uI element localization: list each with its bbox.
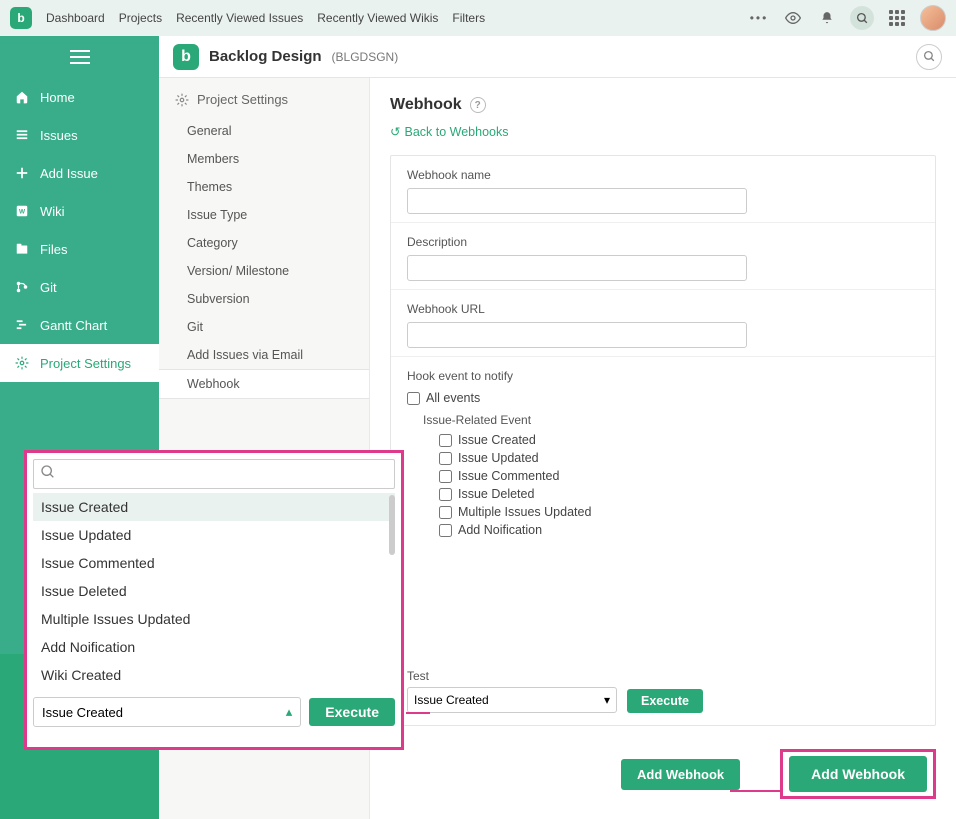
- event-checkbox[interactable]: [439, 452, 452, 465]
- page-title: Webhook?: [390, 96, 936, 114]
- settings-item-members[interactable]: Members: [159, 145, 369, 173]
- user-avatar[interactable]: [920, 5, 946, 31]
- dropdown-search-input[interactable]: [62, 466, 388, 482]
- description-label: Description: [407, 235, 919, 249]
- event-checkbox[interactable]: [439, 470, 452, 483]
- sidebar-label: Home: [40, 90, 75, 105]
- sidebar-label: Files: [40, 242, 67, 257]
- settings-item-git[interactable]: Git: [159, 313, 369, 341]
- sidebar-item-issues[interactable]: Issues: [0, 116, 159, 154]
- sidebar-label: Gantt Chart: [40, 318, 107, 333]
- sidebar-label: Add Issue: [40, 166, 98, 181]
- sidebar-label: Wiki: [40, 204, 65, 219]
- wiki-icon: W: [14, 203, 30, 219]
- sidebar-item-files[interactable]: Files: [0, 230, 159, 268]
- list-icon: [14, 127, 30, 143]
- dropdown-item[interactable]: Wiki Created: [33, 661, 395, 689]
- nav-filters[interactable]: Filters: [452, 11, 485, 25]
- dropdown-selected-box[interactable]: Issue Created ▴: [33, 697, 301, 727]
- scrollbar-thumb[interactable]: [389, 495, 395, 555]
- gantt-icon: [14, 317, 30, 333]
- event-text: Issue Updated: [458, 451, 539, 465]
- hook-event-label: Hook event to notify: [407, 369, 919, 383]
- settings-item-themes[interactable]: Themes: [159, 173, 369, 201]
- all-events-text: All events: [426, 391, 480, 405]
- test-label: Test: [407, 669, 617, 683]
- sidebar-item-git[interactable]: Git: [0, 268, 159, 306]
- sidebar-item-home[interactable]: Home: [0, 78, 159, 116]
- dropdown-item[interactable]: Issue Updated: [33, 521, 395, 549]
- help-icon[interactable]: ?: [470, 97, 486, 113]
- settings-item-add-via-email[interactable]: Add Issues via Email: [159, 341, 369, 369]
- apps-grid-icon[interactable]: [886, 7, 908, 29]
- chevron-up-icon: ▴: [286, 704, 293, 720]
- nav-dashboard[interactable]: Dashboard: [46, 11, 105, 25]
- svg-text:W: W: [19, 208, 26, 215]
- test-event-dropdown: Issue Created Issue Updated Issue Commen…: [24, 450, 404, 750]
- project-logo: b: [173, 44, 199, 70]
- plus-icon: [14, 165, 30, 181]
- dropdown-item[interactable]: Issue Commented: [33, 549, 395, 577]
- event-text: Issue Created: [458, 433, 536, 447]
- settings-item-category[interactable]: Category: [159, 229, 369, 257]
- event-checkbox[interactable]: [439, 488, 452, 501]
- home-icon: [14, 89, 30, 105]
- files-icon: [14, 241, 30, 257]
- event-text: Add Noification: [458, 523, 542, 537]
- dropdown-item[interactable]: Issue Deleted: [33, 577, 395, 605]
- settings-item-general[interactable]: General: [159, 117, 369, 145]
- sidebar-label: Issues: [40, 128, 78, 143]
- chevron-down-icon: ▾: [604, 693, 610, 707]
- event-text: Issue Deleted: [458, 487, 534, 501]
- dropdown-item[interactable]: Multiple Issues Updated: [33, 605, 395, 633]
- sidebar-label: Git: [40, 280, 57, 295]
- settings-item-version[interactable]: Version/ Milestone: [159, 257, 369, 285]
- description-input[interactable]: [407, 255, 747, 281]
- git-icon: [14, 279, 30, 295]
- search-button[interactable]: [850, 6, 874, 30]
- issue-group-label: Issue-Related Event: [423, 413, 919, 427]
- event-checkbox[interactable]: [439, 524, 452, 537]
- event-checkbox[interactable]: [439, 434, 452, 447]
- event-text: Multiple Issues Updated: [458, 505, 591, 519]
- webhook-url-input[interactable]: [407, 322, 747, 348]
- add-webhook-button-original[interactable]: Add Webhook: [621, 759, 740, 790]
- all-events-checkbox[interactable]: [407, 392, 420, 405]
- webhook-name-input[interactable]: [407, 188, 747, 214]
- dropdown-execute-button[interactable]: Execute: [309, 698, 395, 726]
- settings-item-issue-type[interactable]: Issue Type: [159, 201, 369, 229]
- sidebar-item-add-issue[interactable]: Add Issue: [0, 154, 159, 192]
- back-link[interactable]: ↺Back to Webhooks: [390, 124, 936, 139]
- header-search-icon[interactable]: [916, 44, 942, 70]
- project-key: (BLGDSGN): [332, 50, 399, 64]
- dropdown-item[interactable]: Issue Created: [33, 493, 395, 521]
- back-arrow-icon: ↺: [390, 124, 400, 139]
- sidebar-item-gantt[interactable]: Gantt Chart: [0, 306, 159, 344]
- more-menu-icon[interactable]: •••: [748, 7, 770, 29]
- settings-menu-title: Project Settings: [159, 78, 369, 117]
- sidebar-item-project-settings[interactable]: Project Settings: [0, 344, 159, 382]
- project-name: Backlog Design: [209, 48, 322, 65]
- watch-icon[interactable]: [782, 7, 804, 29]
- event-text: Issue Commented: [458, 469, 559, 483]
- add-webhook-button-highlight[interactable]: Add Webhook: [789, 756, 927, 792]
- settings-item-webhook[interactable]: Webhook: [159, 369, 369, 399]
- settings-item-subversion[interactable]: Subversion: [159, 285, 369, 313]
- event-checkbox[interactable]: [439, 506, 452, 519]
- webhook-url-label: Webhook URL: [407, 302, 919, 316]
- sidebar-label: Project Settings: [40, 356, 131, 371]
- webhook-name-label: Webhook name: [407, 168, 919, 182]
- test-event-select[interactable]: Issue Created ▾: [407, 687, 617, 713]
- execute-button[interactable]: Execute: [627, 689, 703, 713]
- gear-icon: [14, 355, 30, 371]
- sidebar-item-wiki[interactable]: W Wiki: [0, 192, 159, 230]
- search-icon: [40, 464, 56, 485]
- nav-projects[interactable]: Projects: [119, 11, 162, 25]
- nav-recent-issues[interactable]: Recently Viewed Issues: [176, 11, 303, 25]
- dropdown-item[interactable]: Add Noification: [33, 633, 395, 661]
- hamburger-menu[interactable]: [0, 36, 159, 78]
- bell-icon[interactable]: [816, 7, 838, 29]
- app-logo[interactable]: b: [10, 7, 32, 29]
- nav-recent-wikis[interactable]: Recently Viewed Wikis: [317, 11, 438, 25]
